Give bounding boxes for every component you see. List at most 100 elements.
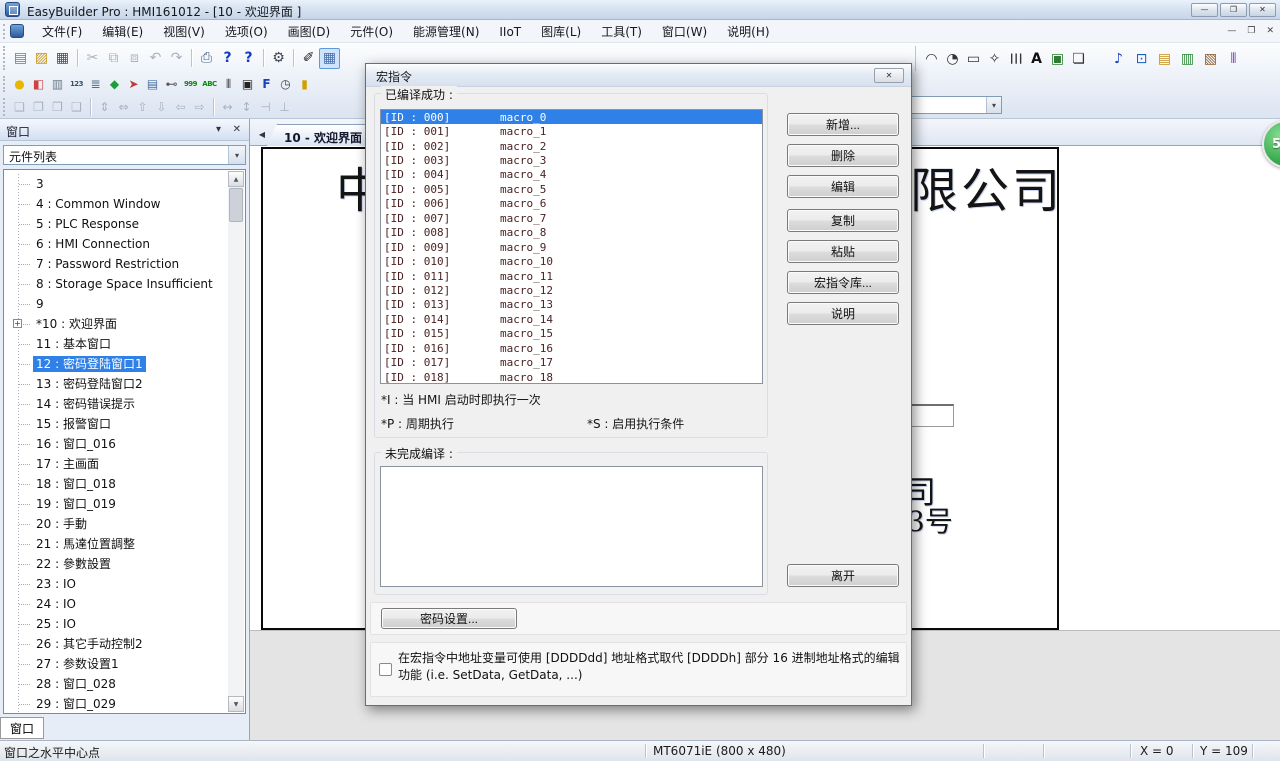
recipe-icon[interactable]: ▤ — [1154, 48, 1175, 69]
menu-objects[interactable]: 元件(O) — [340, 20, 403, 43]
print-icon[interactable]: ⎙ — [196, 48, 217, 69]
toggle-switch-icon[interactable]: ⊷ — [162, 75, 181, 94]
menu-draw[interactable]: 画图(D) — [278, 20, 341, 43]
window-tree-item[interactable]: 25 : IO — [5, 614, 227, 634]
window-tree-item[interactable]: 15 : 报警窗口 — [5, 414, 227, 434]
send-to-back-icon[interactable]: ❐ — [29, 98, 48, 117]
send-backward-icon[interactable]: ❑ — [67, 98, 86, 117]
compile-icon[interactable]: ⚙ — [268, 48, 289, 69]
scrollbar-thumb[interactable] — [229, 188, 243, 222]
make-same-width-icon[interactable]: ⊣ — [256, 98, 275, 117]
state-combobox[interactable]: ▾ — [908, 96, 1002, 114]
numeric-display-icon[interactable]: 999 — [181, 75, 200, 94]
notebook-icon[interactable]: ▧ — [1200, 48, 1221, 69]
make-same-height-icon[interactable]: ⊥ — [275, 98, 294, 117]
menu-file[interactable]: 文件(F) — [32, 20, 92, 43]
macro-list[interactable]: [ID : 000] macro_0 [ID : 001] macro_1 [I… — [380, 109, 763, 384]
window-tree-item[interactable]: 27 : 参数设置1 — [5, 654, 227, 674]
open-file-icon[interactable]: ▨ — [31, 48, 52, 69]
align-left-icon[interactable]: ⇦ — [171, 98, 190, 117]
scroll-up-icon[interactable]: ▲ — [228, 171, 244, 187]
window-tree-item[interactable]: 24 : IO — [5, 594, 227, 614]
undo-icon[interactable]: ↶ — [145, 48, 166, 69]
macro-list-item[interactable]: [ID : 001] macro_1 — [381, 124, 762, 138]
macro-library-button[interactable]: 宏指令库... — [787, 271, 899, 294]
pie-tool-icon[interactable]: ◔ — [942, 48, 963, 69]
window-tree-item[interactable]: 7 : Password Restriction — [5, 254, 227, 274]
expander-icon[interactable]: + — [13, 319, 22, 328]
window-tree-item[interactable]: 20 : 手動 — [5, 514, 227, 534]
window-tree-item[interactable]: 5 : PLC Response — [5, 214, 227, 234]
menu-view[interactable]: 视图(V) — [153, 20, 215, 43]
window-tree-item[interactable]: 12 : 密码登陆窗口1 — [5, 354, 227, 374]
touch-gesture-icon[interactable]: ➤ — [124, 75, 143, 94]
macro-list-item[interactable]: [ID : 013] macro_13 — [381, 298, 762, 312]
exit-button[interactable]: 离开 — [787, 564, 899, 587]
align-top-icon[interactable]: ⇧ — [133, 98, 152, 117]
ascii-display-icon[interactable]: ABC — [200, 75, 219, 94]
menu-iiot[interactable]: IIoT — [489, 22, 531, 42]
macro-list-item[interactable]: [ID : 005] macro_5 — [381, 182, 762, 196]
cut-icon[interactable]: ✂ — [82, 48, 103, 69]
window-tree-item[interactable]: 4 : Common Window — [5, 194, 227, 214]
window-tree-item[interactable]: 26 : 其它手动控制2 — [5, 634, 227, 654]
hmi-state-icon[interactable]: ▥ — [48, 75, 67, 94]
address-text-fragment[interactable]: 3号 — [907, 500, 953, 540]
menu-library[interactable]: 图库(L) — [531, 20, 591, 43]
macro-list-item[interactable]: [ID : 008] macro_8 — [381, 226, 762, 240]
mdi-close-icon[interactable]: ✕ — [1266, 24, 1274, 39]
bring-to-front-icon[interactable]: ❏ — [10, 98, 29, 117]
minimize-button[interactable]: — — [1191, 3, 1218, 17]
paste-macro-button[interactable]: 粘贴 — [787, 240, 899, 263]
direct-window-icon[interactable]: ▣ — [238, 75, 257, 94]
new-macro-button[interactable]: 新增... — [787, 113, 899, 136]
macro-list-item[interactable]: [ID : 006] macro_6 — [381, 197, 762, 211]
panel-close-icon[interactable]: ✕ — [233, 124, 241, 136]
window-tree-item[interactable]: 9 — [5, 294, 227, 314]
window-tree-item[interactable]: + *10 : 欢迎界面 — [5, 314, 227, 334]
macro-list-item[interactable]: [ID : 010] macro_10 — [381, 254, 762, 268]
numeric-123-icon[interactable]: 123 — [67, 75, 86, 94]
macro-list-item[interactable]: [ID : 017] macro_17 — [381, 355, 762, 369]
chevron-down-icon[interactable]: ▾ — [228, 146, 245, 164]
copy-macro-button[interactable]: 复制 — [787, 209, 899, 232]
dialog-title-bar[interactable]: 宏指令 ✕ — [366, 64, 911, 87]
window-tree-item[interactable]: 18 : 窗口_018 — [5, 474, 227, 494]
window-tree-item[interactable]: 11 : 基本窗口 — [5, 334, 227, 354]
window-tree-item[interactable]: 23 : IO — [5, 574, 227, 594]
chevron-down-icon[interactable]: ▾ — [986, 97, 1001, 113]
function-key-icon[interactable]: F — [257, 75, 276, 94]
tab-window[interactable]: 窗口 — [0, 717, 44, 739]
tab-scroll-left-icon[interactable]: ◀ — [255, 126, 269, 142]
redo-icon[interactable]: ↷ — [166, 48, 187, 69]
chart-icon[interactable]: ⫴ — [1223, 48, 1244, 69]
database-icon[interactable]: ▥ — [1177, 48, 1198, 69]
macro-list-item[interactable]: [ID : 003] macro_3 — [381, 153, 762, 167]
macro-list-item[interactable]: [ID : 018] macro_18 — [381, 370, 762, 384]
edit-macro-button[interactable]: 编辑 — [787, 175, 899, 198]
macro-list-item[interactable]: [ID : 000] macro_0 — [381, 110, 762, 124]
frame-tool-icon[interactable]: ❏ — [1068, 48, 1089, 69]
menu-help[interactable]: 说明(H) — [717, 20, 779, 43]
align-bottom-icon[interactable]: ⇩ — [152, 98, 171, 117]
scroll-down-icon[interactable]: ▼ — [228, 696, 244, 712]
macro-list-item[interactable]: [ID : 002] macro_2 — [381, 139, 762, 153]
macro-list-item[interactable]: [ID : 004] macro_4 — [381, 168, 762, 182]
window-tree-item[interactable]: 22 : 參數設置 — [5, 554, 227, 574]
dialog-close-button[interactable]: ✕ — [874, 68, 904, 83]
bulb-icon[interactable]: ● — [10, 75, 29, 94]
mdi-minimize-icon[interactable]: — — [1227, 24, 1236, 39]
menu-window[interactable]: 窗口(W) — [652, 20, 717, 43]
macro-list-item[interactable]: [ID : 014] macro_14 — [381, 312, 762, 326]
window-tree-item[interactable]: 29 : 窗口_029 — [5, 694, 227, 712]
window-tree-item[interactable]: 21 : 馬達位置調整 — [5, 534, 227, 554]
panel-menu-icon[interactable]: ▾ — [216, 124, 221, 136]
polygon-tool-icon[interactable]: ✧ — [984, 48, 1005, 69]
window-tree-item[interactable]: 14 : 密码错误提示 — [5, 394, 227, 414]
barcode-icon[interactable]: ⫴ — [219, 75, 238, 94]
macro-list-item[interactable]: [ID : 009] macro_9 — [381, 240, 762, 254]
close-button[interactable]: ✕ — [1249, 3, 1276, 17]
mdi-restore-icon[interactable]: ❐ — [1247, 24, 1255, 39]
object-list-combobox[interactable]: 元件列表 ▾ — [3, 145, 246, 165]
new-file-icon[interactable]: ▤ — [10, 48, 31, 69]
